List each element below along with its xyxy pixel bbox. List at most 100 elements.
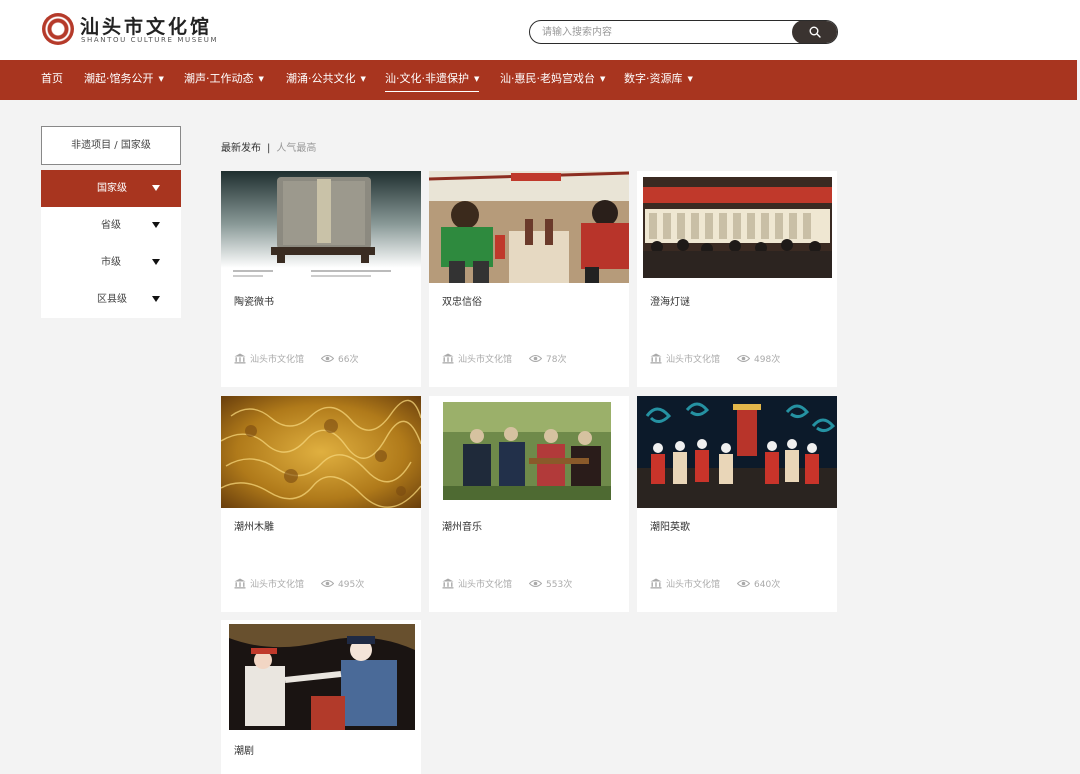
card-thumbnail[interactable] xyxy=(429,171,629,283)
nav-item-resources[interactable]: 数字·资源库 ▼ xyxy=(624,60,693,100)
heritage-card[interactable]: 潮州木雕 汕头市文化馆 495次 xyxy=(221,396,421,612)
heritage-card[interactable]: 澄海灯谜 汕头市文化馆 498次 xyxy=(637,171,837,387)
card-title[interactable]: 潮剧 xyxy=(234,742,254,757)
nav-item-stage[interactable]: 汕·惠民·老妈宫戏台 ▼ xyxy=(500,60,605,100)
museum-icon xyxy=(234,578,246,589)
card-title[interactable]: 澄海灯谜 xyxy=(650,293,690,308)
museum-icon xyxy=(442,353,454,364)
card-thumbnail[interactable] xyxy=(429,396,629,508)
search-input[interactable] xyxy=(542,24,782,40)
nav-item-label: 汕·文化·非遗保护 xyxy=(385,72,469,85)
museum-icon xyxy=(650,353,662,364)
sidebar-item-district[interactable]: 区县级 xyxy=(41,281,181,318)
site-header: 汕头市文化馆 SHANTOU CULTURE MUSEUM xyxy=(0,0,1080,60)
logo-chinese-name: 汕头市文化馆 xyxy=(80,16,213,38)
card-views: 78次 xyxy=(528,355,567,365)
card-thumbnail[interactable] xyxy=(637,396,837,508)
card-source: 汕头市文化馆 xyxy=(458,355,513,365)
museum-icon xyxy=(234,353,246,364)
card-source: 汕头市文化馆 xyxy=(250,355,305,365)
sidebar-item-national[interactable]: 国家级 xyxy=(41,170,181,207)
card-views: 66次 xyxy=(320,355,359,365)
nav-item-label: 首页 xyxy=(41,72,63,85)
nav-item-label: 汕·惠民·老妈宫戏台 xyxy=(500,72,595,85)
sidebar-item-label: 国家级 xyxy=(97,183,127,194)
card-views: 640次 xyxy=(736,580,781,590)
caret-down-icon: ▼ xyxy=(600,75,606,83)
sidebar-item-label: 区县级 xyxy=(97,294,127,305)
nav-item-label: 潮起·馆务公开 xyxy=(84,72,154,85)
museum-icon xyxy=(650,578,662,589)
card-source: 汕头市文化馆 xyxy=(666,580,721,590)
card-title[interactable]: 潮州音乐 xyxy=(442,518,482,533)
heritage-card[interactable]: 潮州音乐 汕头市文化馆 553次 xyxy=(429,396,629,612)
nav-item-affairs[interactable]: 潮起·馆务公开 ▼ xyxy=(84,60,164,100)
card-thumbnail[interactable] xyxy=(221,396,421,508)
caret-down-icon: ▼ xyxy=(360,75,366,83)
heritage-card[interactable]: 陶瓷微书 汕头市文化馆 66次 xyxy=(221,171,421,387)
triangle-down-icon xyxy=(152,222,160,228)
card-view-count: 498次 xyxy=(754,355,781,365)
search-box xyxy=(529,20,838,44)
heritage-card[interactable]: 潮剧 xyxy=(221,620,421,774)
sort-separator: | xyxy=(267,143,271,154)
card-views: 498次 xyxy=(736,355,781,365)
card-views: 495次 xyxy=(320,580,365,590)
card-meta: 汕头市文化馆 553次 xyxy=(442,577,572,590)
card-meta: 汕头市文化馆 66次 xyxy=(234,352,358,365)
card-title[interactable]: 潮州木雕 xyxy=(234,518,274,533)
sidebar-item-label: 省级 xyxy=(101,220,121,231)
sidebar-item-provincial[interactable]: 省级 xyxy=(41,207,181,244)
nav-item-public-culture[interactable]: 潮涌·公共文化 ▼ xyxy=(286,60,366,100)
logo-emblem-icon xyxy=(42,13,74,45)
sort-latest-link[interactable]: 最新发布 xyxy=(221,143,261,154)
caret-down-icon: ▼ xyxy=(258,75,264,83)
site-logo[interactable]: 汕头市文化馆 SHANTOU CULTURE MUSEUM xyxy=(42,12,222,48)
card-thumbnail[interactable] xyxy=(221,620,421,732)
card-thumbnail[interactable] xyxy=(637,171,837,283)
sort-bar: 最新发布 | 人气最高 xyxy=(221,139,316,154)
card-view-count: 553次 xyxy=(546,580,573,590)
card-thumbnail[interactable] xyxy=(221,171,421,283)
card-view-count: 78次 xyxy=(546,355,567,365)
card-views: 553次 xyxy=(528,580,573,590)
card-view-count: 640次 xyxy=(754,580,781,590)
card-view-count: 495次 xyxy=(338,580,365,590)
card-meta: 汕头市文化馆 640次 xyxy=(650,577,780,590)
nav-item-label: 潮声·工作动态 xyxy=(184,72,254,85)
heritage-card[interactable]: 潮阳英歌 汕头市文化馆 640次 xyxy=(637,396,837,612)
card-meta: 汕头市文化馆 498次 xyxy=(650,352,780,365)
card-source: 汕头市文化馆 xyxy=(458,580,513,590)
card-source: 汕头市文化馆 xyxy=(666,355,721,365)
eye-icon xyxy=(736,355,751,362)
eye-icon xyxy=(528,580,543,587)
nav-item-heritage[interactable]: 汕·文化·非遗保护 ▼ xyxy=(385,60,480,100)
sidebar-item-label: 市级 xyxy=(101,257,121,268)
level-list: 国家级 省级 市级 区县级 xyxy=(41,170,181,318)
card-title[interactable]: 双忠信俗 xyxy=(442,293,482,308)
triangle-down-icon xyxy=(152,259,160,265)
breadcrumb: 非遗项目 / 国家级 xyxy=(41,126,181,165)
card-view-count: 66次 xyxy=(338,355,359,365)
card-title[interactable]: 潮阳英歌 xyxy=(650,518,690,533)
card-source: 汕头市文化馆 xyxy=(250,580,305,590)
nav-item-news[interactable]: 潮声·工作动态 ▼ xyxy=(184,60,264,100)
card-title[interactable]: 陶瓷微书 xyxy=(234,293,274,308)
caret-down-icon: ▼ xyxy=(687,75,693,83)
triangle-down-icon xyxy=(152,296,160,302)
museum-icon xyxy=(442,578,454,589)
triangle-down-icon xyxy=(152,185,160,191)
heritage-card[interactable]: 双忠信俗 汕头市文化馆 78次 xyxy=(429,171,629,387)
caret-down-icon: ▼ xyxy=(158,75,164,83)
eye-icon xyxy=(736,580,751,587)
search-icon xyxy=(809,26,821,38)
main-nav: 首页 潮起·馆务公开 ▼ 潮声·工作动态 ▼ 潮涌·公共文化 ▼ 汕·文化·非遗保护 ▼… xyxy=(0,60,1077,100)
sort-popular-link[interactable]: 人气最高 xyxy=(276,143,316,154)
search-button[interactable] xyxy=(792,21,837,43)
category-sidebar: 非遗项目 / 国家级 国家级 省级 市级 区县级 xyxy=(41,126,181,318)
nav-item-home[interactable]: 首页 xyxy=(41,60,63,100)
nav-item-label: 数字·资源库 xyxy=(624,72,683,85)
sidebar-item-city[interactable]: 市级 xyxy=(41,244,181,281)
card-meta: 汕头市文化馆 78次 xyxy=(442,352,566,365)
caret-down-icon: ▼ xyxy=(474,75,480,83)
